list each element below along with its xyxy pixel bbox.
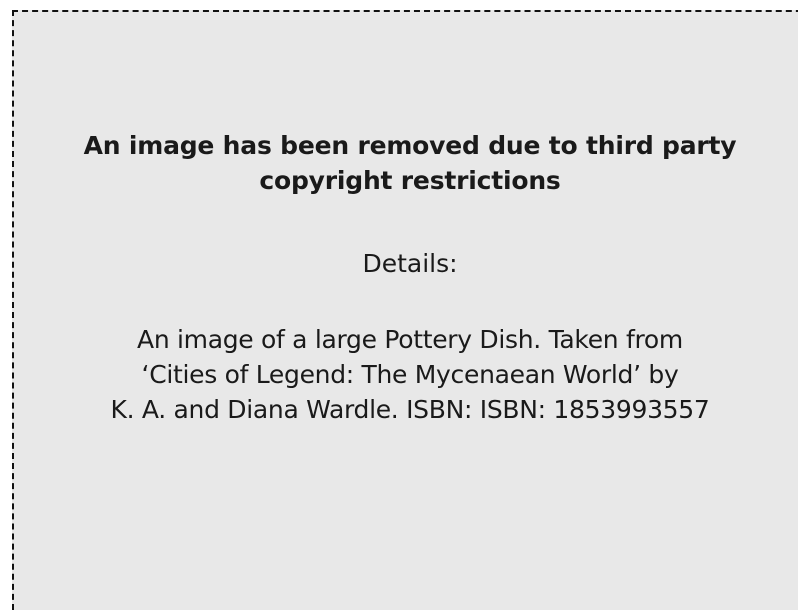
removed-image-notice: An image has been removed due to third p… [0, 0, 798, 555]
notice-title-line-2: copyright restrictions [259, 166, 561, 195]
description-line-2: ‘Cities of Legend: The Mycenaean World’ … [141, 360, 679, 389]
description-line-3: K. A. and Diana Wardle. ISBN: ISBN: 1853… [110, 395, 710, 424]
description-line-1: An image of a large Pottery Dish. Taken … [137, 325, 683, 354]
details-label: Details: [362, 249, 458, 278]
image-description: An image of a large Pottery Dish. Taken … [40, 322, 780, 427]
notice-title: An image has been removed due to third p… [60, 128, 760, 198]
notice-title-line-1: An image has been removed due to third p… [83, 131, 737, 160]
